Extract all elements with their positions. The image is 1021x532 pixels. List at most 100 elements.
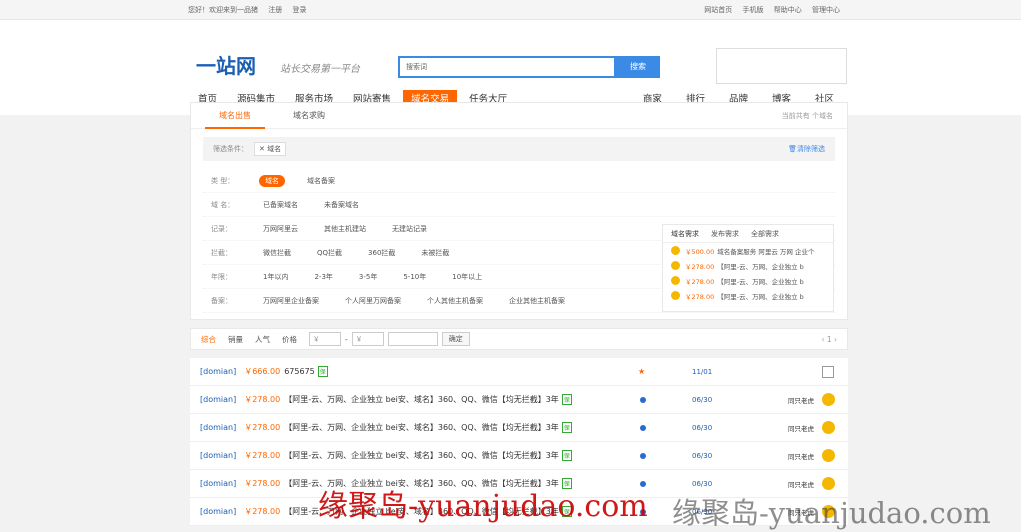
greeting-text: 您好！欢迎来到一品猪: [188, 6, 258, 14]
help-link[interactable]: 帮助中心: [774, 6, 802, 14]
filter-option[interactable]: 无建站记录: [388, 223, 431, 235]
active-filters: 筛选条件： ✕ 域名 🗑清除筛选: [203, 137, 835, 161]
table-row[interactable]: [domian] ￥278.00 【阿里-云、万网、企业独立 bei安、域名】360…: [190, 442, 848, 470]
filter-option[interactable]: 其他主机建站: [320, 223, 370, 235]
demand-title: 域名需求: [671, 229, 699, 238]
confirm-button[interactable]: 确定: [441, 332, 470, 346]
filter-option[interactable]: 未被拦截: [417, 247, 453, 259]
tab-domain-buy[interactable]: 域名求购: [279, 103, 339, 129]
category-tag[interactable]: [domian]: [200, 479, 236, 488]
category-tag[interactable]: [domian]: [200, 451, 236, 460]
filter-option[interactable]: 360拦截: [364, 247, 399, 259]
filter-option[interactable]: 微信拦截: [259, 247, 295, 259]
filter-option[interactable]: 5-10年: [399, 271, 430, 283]
item-title[interactable]: 675675: [284, 367, 315, 376]
mobile-link[interactable]: 手机版: [743, 6, 764, 14]
item-price: ￥278.00: [244, 423, 281, 432]
category-tag[interactable]: [domian]: [200, 367, 236, 376]
sort-sales[interactable]: 销量: [228, 334, 243, 345]
all-demand-link[interactable]: 全部需求: [751, 229, 779, 239]
filter-chip[interactable]: ✕ 域名: [254, 142, 287, 156]
filter-option[interactable]: 域名: [259, 174, 285, 187]
demand-item[interactable]: ￥500.00 域名备案服务 阿里云 万网 企业个: [663, 243, 833, 258]
filter-row: 域 名： 已备案域名 未备案域名: [203, 193, 835, 217]
filter-option[interactable]: 2-3年: [310, 271, 336, 283]
demand-text: 域名备案服务 阿里云 万网 企业个: [717, 247, 815, 256]
filter-option[interactable]: 个人其他主机备案: [423, 295, 487, 307]
image-placeholder-icon: [822, 365, 834, 378]
info-icon: [640, 396, 646, 403]
smiley-icon: [671, 246, 680, 255]
sort-popularity[interactable]: 人气: [255, 334, 270, 345]
demand-item[interactable]: ￥278.00 【阿里-云、万网、企业独立 b: [663, 273, 833, 288]
item-date: 06/30: [692, 479, 713, 488]
extra-input[interactable]: [387, 332, 438, 346]
seller-name: 同只老虎: [788, 424, 814, 433]
smiley-icon: [671, 276, 680, 285]
filter-option[interactable]: 已备案域名: [259, 199, 302, 211]
category-tag[interactable]: [domian]: [200, 395, 236, 404]
filter-row-label: 备案：: [211, 296, 232, 305]
category-tag[interactable]: [domian]: [200, 507, 236, 516]
table-row[interactable]: [domian] ￥666.00 675675 保 ★ 11/01: [190, 358, 848, 386]
sort-bar: 综合 销量 人气 价格 ￥ - ￥ 确定 ‹ 1 ›: [190, 328, 848, 350]
search-input[interactable]: 搜索词: [398, 56, 616, 78]
item-date: 06/30: [692, 423, 713, 432]
filter-option[interactable]: 万网阿里企业备案: [259, 295, 323, 307]
header: 一站网 站长交易第一平台 搜索词 搜索 首页 源码集市 服务市场 网站寄售 域名…: [0, 20, 1021, 115]
demand-price: ￥278.00: [685, 277, 715, 286]
guarantee-badge: 保: [561, 422, 572, 433]
sort-comprehensive[interactable]: 综合: [201, 334, 216, 345]
guarantee-badge: 保: [561, 450, 572, 461]
filter-option[interactable]: 域名备案: [303, 175, 339, 187]
guarantee-badge: 保: [317, 366, 328, 377]
price-max-input[interactable]: ￥: [351, 332, 384, 346]
smiley-icon: [822, 393, 835, 406]
filter-row-label: 拦截：: [211, 248, 232, 257]
item-title[interactable]: 【阿里-云、万网、企业独立 bei安、域名】360、QQ、微信【均无拦截】3年: [284, 422, 559, 433]
watermark-red: 缘聚岛-yuanjudao.com: [318, 489, 648, 524]
slogan: 站长交易第一平台: [280, 64, 360, 75]
pager[interactable]: ‹ 1 ›: [821, 335, 837, 344]
table-row[interactable]: [domian] ￥278.00 【阿里-云、万网、企业独立 bei安、域名】360…: [190, 414, 848, 442]
clear-filters-button[interactable]: 🗑清除筛选: [788, 144, 825, 154]
login-link[interactable]: 登录: [292, 6, 306, 14]
ad-box: [716, 48, 847, 84]
demand-sidebar: 域名需求 发布需求 全部需求 ￥500.00 域名备案服务 阿里云 万网 企业个 ￥…: [662, 224, 834, 312]
table-row[interactable]: [domian] ￥278.00 【阿里-云、万网、企业独立 bei安、域名】360…: [190, 386, 848, 414]
filter-option[interactable]: 企业其他主机备案: [505, 295, 569, 307]
category-tag[interactable]: [domian]: [200, 423, 236, 432]
price-min-input[interactable]: ￥: [309, 332, 341, 346]
register-link[interactable]: 注册: [268, 6, 282, 14]
smiley-icon: [671, 291, 680, 300]
site-logo[interactable]: 一站网: [196, 50, 256, 79]
filter-option[interactable]: 3-5年: [355, 271, 381, 283]
publish-demand-link[interactable]: 发布需求: [711, 229, 739, 239]
demand-item[interactable]: ￥278.00 【阿里-云、万网、企业独立 b: [663, 288, 833, 303]
filter-option[interactable]: 未备案域名: [320, 199, 363, 211]
demand-price: ￥500.00: [685, 247, 715, 256]
filter-option[interactable]: 10年以上: [448, 271, 486, 283]
seller-name: 同只老虎: [788, 452, 814, 461]
filter-option[interactable]: 万网阿里云: [259, 223, 302, 235]
sort-price[interactable]: 价格: [282, 334, 297, 345]
tab-domain-sale[interactable]: 域名出售: [205, 103, 265, 129]
star-icon: ★: [638, 367, 646, 376]
seller-name: 同只老虎: [788, 480, 814, 489]
smiley-icon: [822, 477, 835, 490]
filter-option[interactable]: 个人阿里万网备案: [341, 295, 405, 307]
home-link[interactable]: 网站首页: [704, 6, 732, 14]
filter-option[interactable]: 1年以内: [259, 271, 292, 283]
item-title[interactable]: 【阿里-云、万网、企业独立 bei安、域名】360、QQ、微信【均无拦截】3年: [284, 394, 559, 405]
filter-row-label: 年限：: [211, 272, 232, 281]
item-price: ￥278.00: [244, 507, 281, 516]
search-button[interactable]: 搜索: [616, 56, 660, 78]
demand-item[interactable]: ￥278.00 【阿里-云、万网、企业独立 b: [663, 258, 833, 273]
admin-link[interactable]: 管理中心: [812, 6, 840, 14]
filter-row-label: 类 型：: [211, 176, 235, 185]
count-text: 当前共有 个域名: [781, 111, 833, 120]
search-bar: 搜索词 搜索: [398, 56, 660, 78]
filter-option[interactable]: QQ拦截: [313, 247, 346, 259]
item-title[interactable]: 【阿里-云、万网、企业独立 bei安、域名】360、QQ、微信【均无拦截】3年: [284, 450, 559, 461]
item-date: 06/30: [692, 451, 713, 460]
